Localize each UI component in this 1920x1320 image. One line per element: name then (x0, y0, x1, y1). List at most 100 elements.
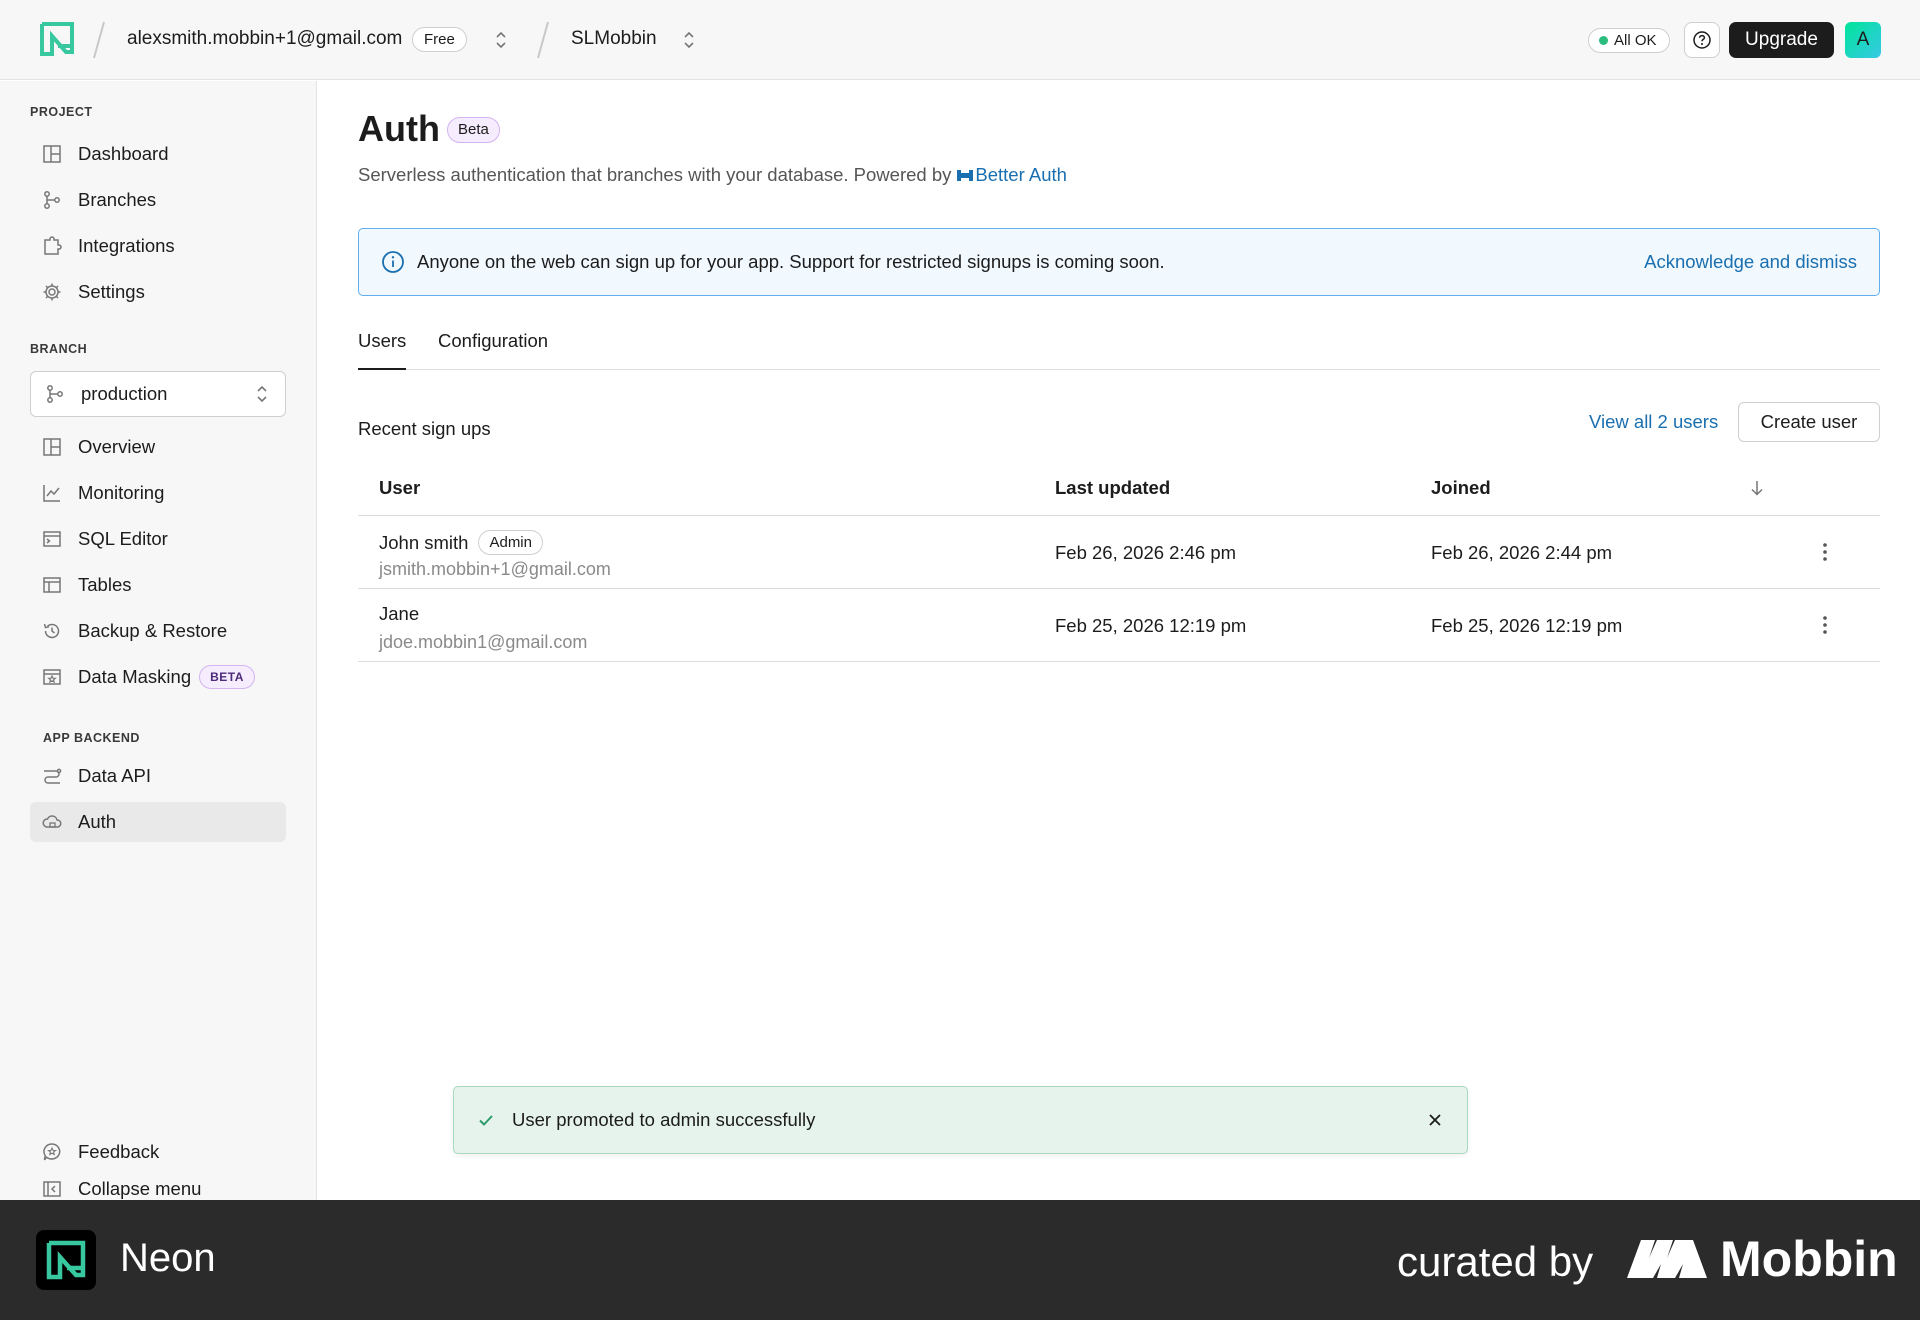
view-all-users-link[interactable]: View all 2 users (1589, 411, 1718, 433)
avatar[interactable]: A (1845, 22, 1881, 58)
chevron-up-down-icon (257, 385, 267, 403)
sidebar-item-label: Monitoring (78, 482, 165, 503)
sidebar-item-auth[interactable]: Auth (30, 802, 286, 842)
user-name: John smith (379, 531, 469, 553)
sidebar-item-backup-restore[interactable]: Backup & Restore (30, 611, 286, 651)
project-switcher-chevron-icon[interactable] (682, 28, 696, 52)
admin-badge: Admin (478, 530, 543, 555)
sidebar-item-label: Auth (78, 811, 117, 832)
column-header-last-updated[interactable]: Last updated (1055, 477, 1170, 499)
sidebar: PROJECT Dashboard Branches Integrations … (0, 81, 317, 1220)
plan-badge: Free (412, 27, 467, 52)
help-icon (1693, 31, 1711, 49)
user-email: jdoe.mobbin1@gmail.com (379, 632, 588, 652)
sort-descending-icon[interactable] (1747, 478, 1767, 498)
user-name-cell: Jane (379, 603, 419, 625)
more-options-icon[interactable] (1813, 540, 1837, 564)
user-name: Jane (379, 603, 420, 624)
collapse-sidebar-icon (43, 1181, 61, 1197)
more-options-icon[interactable] (1813, 613, 1837, 637)
branch-selector[interactable]: production (30, 371, 286, 417)
last-updated-value: Feb 25, 2026 12:19 pm (1055, 615, 1247, 636)
branch-icon (47, 385, 63, 403)
recent-signups-heading: Recent sign ups (358, 418, 491, 439)
sidebar-item-integrations[interactable]: Integrations (30, 226, 286, 266)
sidebar-item-label: SQL Editor (78, 528, 168, 549)
account-switcher-chevron-icon[interactable] (494, 28, 508, 52)
mask-icon (43, 669, 61, 685)
sidebar-item-sql-editor[interactable]: SQL Editor (30, 519, 286, 559)
better-auth-link[interactable]: Better Auth (957, 164, 1067, 186)
section-label-app-backend: APP BACKEND (43, 731, 140, 745)
history-icon (43, 623, 60, 639)
sidebar-item-label: Feedback (78, 1141, 160, 1162)
terminal-icon (43, 531, 61, 547)
banner-message: Anyone on the web can sign up for your a… (417, 251, 1165, 272)
feedback-icon (43, 1143, 61, 1161)
sidebar-item-monitoring[interactable]: Monitoring (30, 473, 286, 513)
column-header-joined[interactable]: Joined (1431, 477, 1491, 499)
joined-value: Feb 25, 2026 12:19 pm (1431, 615, 1623, 636)
footer-bar: Neon curated by Mobbin (0, 1200, 1920, 1320)
api-icon (44, 768, 62, 784)
footer-app-name: Neon (120, 1236, 216, 1280)
sidebar-item-label: Settings (78, 281, 145, 302)
breadcrumb-separator-icon (537, 21, 549, 59)
column-header-user[interactable]: User (379, 477, 420, 499)
status-dot-icon (1599, 36, 1608, 45)
sidebar-item-data-api[interactable]: Data API (30, 756, 286, 796)
sidebar-item-label: Backup & Restore (78, 620, 228, 641)
sidebar-item-label: Integrations (78, 235, 175, 256)
better-auth-logo-icon (957, 169, 974, 181)
upgrade-button[interactable]: Upgrade (1729, 22, 1834, 58)
mobbin-brand-name: Mobbin (1720, 1231, 1898, 1287)
last-updated-value: Feb 26, 2026 2:46 pm (1055, 542, 1237, 563)
grid-icon (43, 438, 61, 456)
joined-value: Feb 26, 2026 2:44 pm (1431, 542, 1613, 563)
close-icon[interactable] (1425, 1110, 1445, 1130)
chart-icon (43, 485, 60, 502)
curated-by-label: curated by (1397, 1238, 1594, 1285)
status-label: All OK (1614, 32, 1657, 49)
better-auth-label: Better Auth (975, 164, 1067, 185)
project-name[interactable]: SLMobbin (571, 28, 657, 50)
neon-app-logo (36, 1230, 96, 1290)
beta-badge: BETA (199, 665, 255, 689)
help-button[interactable] (1684, 22, 1720, 58)
sidebar-item-data-masking[interactable]: Data Masking BETA (30, 657, 286, 697)
section-label-project: PROJECT (30, 105, 93, 119)
create-user-button[interactable]: Create user (1738, 402, 1880, 442)
sidebar-item-label: Branches (78, 189, 157, 210)
table-row[interactable]: John smith Admin jsmith.mobbin+1@gmail.c… (358, 516, 1880, 589)
branch-icon (44, 191, 60, 209)
tab-users[interactable]: Users (358, 330, 407, 370)
account-email[interactable]: alexsmith.mobbin+1@gmail.com (127, 28, 402, 50)
sidebar-item-label: Collapse menu (78, 1178, 202, 1199)
table-row[interactable]: Jane jdoe.mobbin1@gmail.com Feb 25, 2026… (358, 589, 1880, 662)
acknowledge-dismiss-link[interactable]: Acknowledge and dismiss (1644, 251, 1857, 273)
cloud-lock-icon (42, 815, 62, 828)
sidebar-item-dashboard[interactable]: Dashboard (30, 134, 286, 174)
sidebar-item-branches[interactable]: Branches (30, 180, 286, 220)
tab-configuration[interactable]: Configuration (438, 330, 548, 370)
status-badge[interactable]: All OK (1588, 28, 1670, 53)
sidebar-item-feedback[interactable]: Feedback (30, 1132, 286, 1172)
success-toast: User promoted to admin successfully (453, 1086, 1468, 1154)
users-table: User Last updated Joined John smith Admi… (358, 462, 1880, 662)
subtitle-text: Serverless authentication that branches … (358, 164, 952, 185)
beta-badge: Beta (447, 117, 500, 143)
gear-icon (43, 283, 61, 301)
sidebar-item-settings[interactable]: Settings (30, 272, 286, 312)
sidebar-item-label: Overview (78, 436, 156, 457)
neon-logo-icon[interactable] (40, 22, 74, 56)
top-bar: alexsmith.mobbin+1@gmail.com Free SLMobb… (0, 0, 1920, 80)
page-subtitle: Serverless authentication that branches … (358, 164, 1067, 186)
sidebar-item-label: Data API (78, 765, 152, 786)
sidebar-item-tables[interactable]: Tables (30, 565, 286, 605)
puzzle-icon (44, 236, 62, 255)
table-icon (43, 577, 61, 593)
table-header: User Last updated Joined (358, 462, 1880, 516)
sidebar-item-label: Dashboard (78, 143, 169, 164)
info-icon (382, 251, 404, 273)
sidebar-item-overview[interactable]: Overview (30, 427, 286, 467)
